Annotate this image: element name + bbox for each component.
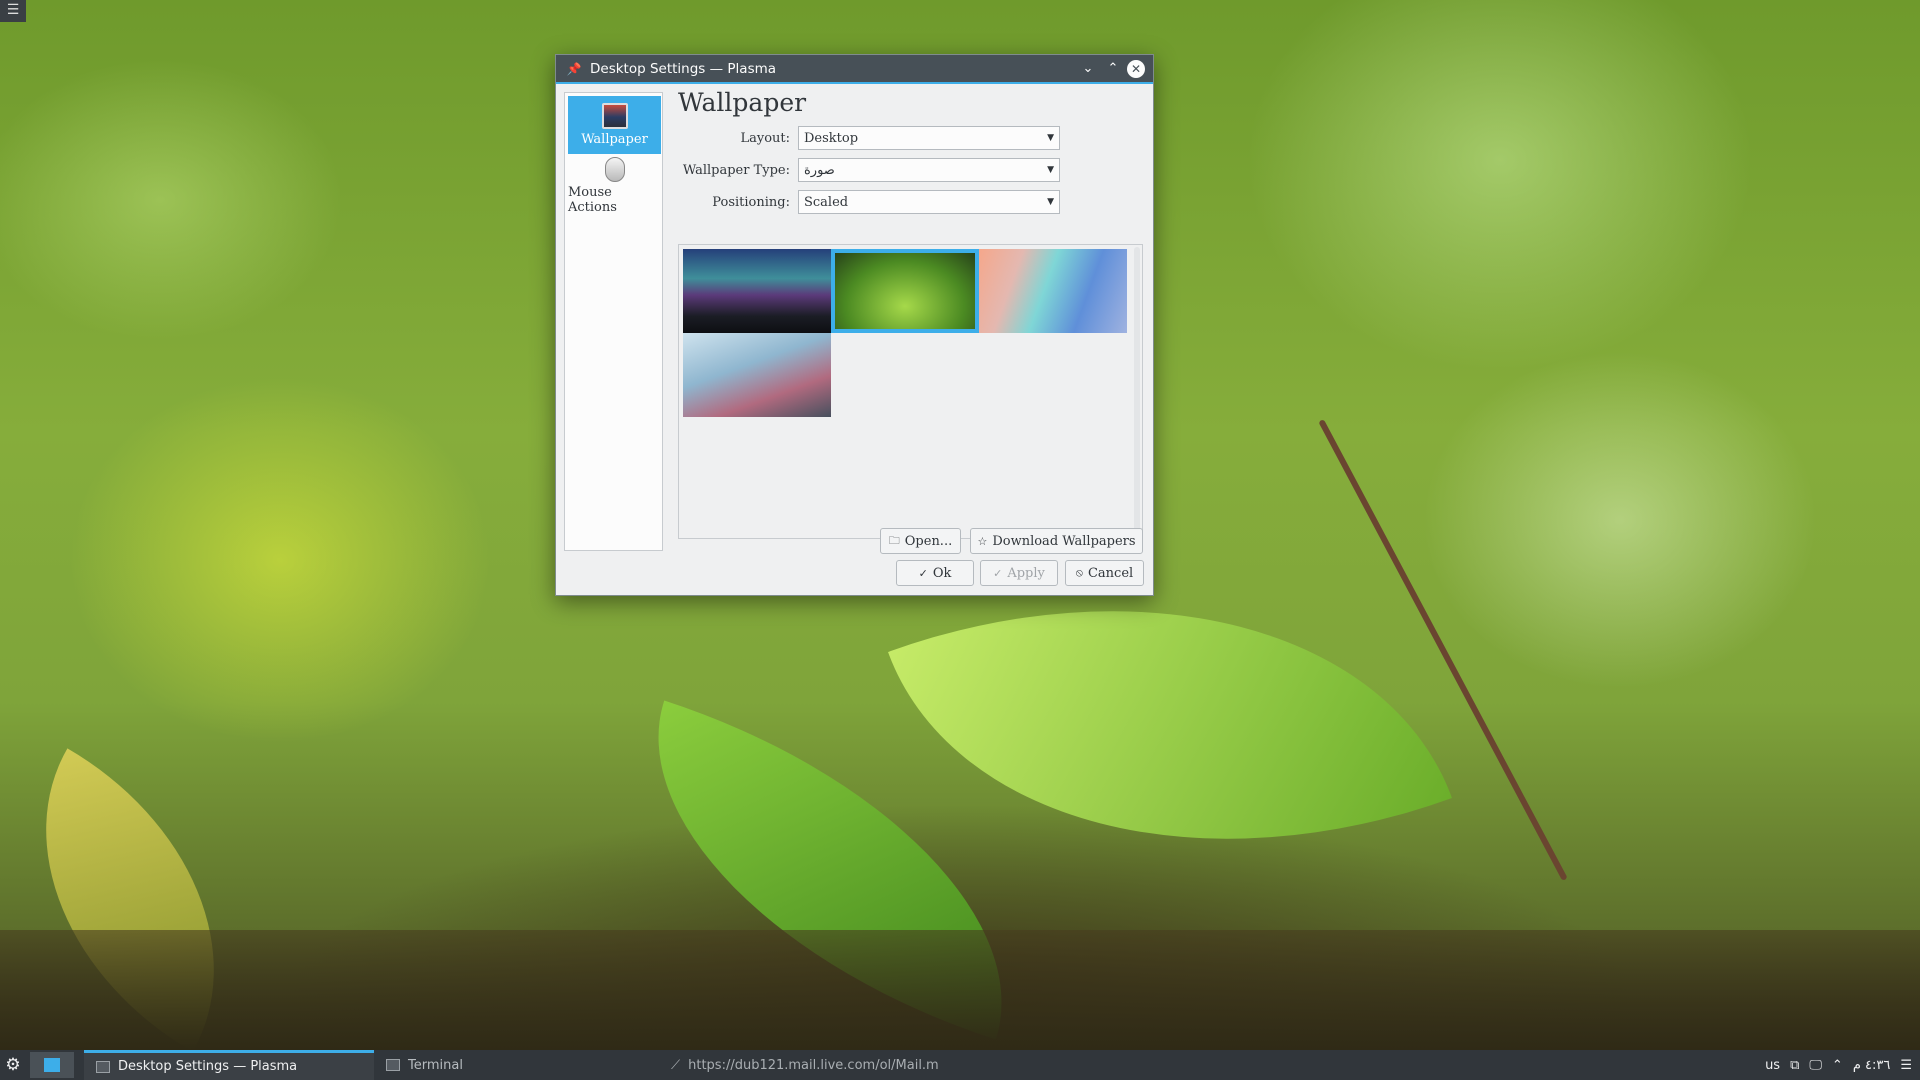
task-label: Desktop Settings — Plasma [118, 1059, 298, 1074]
checkmark-icon: ✓ [918, 566, 928, 580]
page-title: Wallpaper [678, 88, 807, 117]
apply-label: Apply [1007, 565, 1045, 581]
layout-label: Layout: [740, 130, 790, 146]
gallery-scrollbar[interactable] [1134, 247, 1140, 536]
monitor-icon [601, 103, 628, 129]
download-wallpapers-button[interactable]: ☆ Download Wallpapers [970, 528, 1143, 554]
positioning-label: Positioning: [712, 194, 790, 210]
wallpaper-type-value: صورة [804, 162, 835, 178]
kde-logo-icon: ⚙ [5, 1055, 21, 1075]
dropdown-arrow-icon: ▼ [1047, 197, 1054, 207]
panel-menu-icon[interactable]: ☰ [1900, 1058, 1912, 1073]
cancel-button[interactable]: ⦸ Cancel [1065, 560, 1144, 586]
chevron-up-icon: ⌃ [1107, 61, 1119, 76]
folder-icon: 🗀 [888, 533, 900, 547]
checkmark-icon: ✓ [993, 566, 1003, 580]
wallpaper-thumb-green-leaf[interactable] [831, 249, 979, 333]
task-desktop-settings[interactable]: Desktop Settings — Plasma [84, 1050, 374, 1080]
dropdown-arrow-icon: ▼ [1047, 165, 1054, 175]
layout-value: Desktop [804, 130, 859, 146]
cancel-label: Cancel [1087, 565, 1134, 581]
system-tray: us ⧉ 🖵 ⌃ ٤:٣٦ م ☰ [1765, 1050, 1920, 1080]
settings-sidebar: Wallpaper Mouse Actions [564, 92, 663, 551]
task-label: Terminal [408, 1057, 463, 1073]
task-browser[interactable]: ⟋ https://dub121.mail.live.com/ol/Mail.m [659, 1050, 959, 1080]
chevron-up-icon[interactable]: ⌃ [1832, 1058, 1843, 1073]
clock[interactable]: ٤:٣٦ م [1853, 1058, 1891, 1073]
application-launcher[interactable]: ⚙ [0, 1050, 26, 1080]
positioning-combo[interactable]: Scaled ▼ [798, 190, 1060, 214]
sidebar-item-wallpaper[interactable]: Wallpaper [568, 96, 661, 154]
open-button[interactable]: 🗀 Open... [880, 528, 961, 554]
pin-icon[interactable]: 📌 [564, 62, 584, 76]
wallpaper-gallery [678, 244, 1143, 539]
layout-row: Layout: Desktop ▼ [678, 122, 1148, 154]
sidebar-item-mouse-actions[interactable]: Mouse Actions [568, 157, 661, 215]
browser-icon: ⟋ [671, 1057, 681, 1073]
desktop-menu-button[interactable]: ☰ [0, 0, 26, 22]
minimize-button[interactable]: ⌄ [1077, 58, 1099, 80]
window-title: Desktop Settings — Plasma [590, 60, 777, 77]
wallpaper-thumb-colorful-polygons[interactable] [979, 249, 1127, 333]
sidebar-item-label: Wallpaper [581, 132, 648, 147]
chevron-down-icon: ⌄ [1082, 61, 1094, 76]
wallpaper-thumb-grass[interactable] [683, 333, 831, 417]
wallpaper-thumb-aurora[interactable] [683, 249, 831, 333]
wallpaper-type-combo[interactable]: صورة ▼ [798, 158, 1060, 182]
hamburger-icon: ☰ [6, 2, 20, 18]
close-icon: ✕ [1130, 61, 1142, 76]
wallpaper-type-row: Wallpaper Type: صورة ▼ [678, 154, 1148, 186]
window-titlebar[interactable]: 📌 Desktop Settings — Plasma ⌄ ⌃ ✕ [556, 55, 1153, 84]
cancel-icon: ⦸ [1075, 566, 1083, 579]
apply-button[interactable]: ✓ Apply [980, 560, 1058, 586]
keyboard-layout-indicator[interactable]: us [1765, 1058, 1780, 1073]
clipboard-icon[interactable]: ⧉ [1790, 1058, 1799, 1073]
wallpaper-type-label: Wallpaper Type: [682, 162, 790, 178]
close-button[interactable]: ✕ [1127, 59, 1145, 78]
wallpaper-ground [0, 930, 1920, 1050]
desktop-settings-window: 📌 Desktop Settings — Plasma ⌄ ⌃ ✕ Wallpa… [555, 54, 1154, 596]
task-label: https://dub121.mail.live.com/ol/Mail.m [688, 1057, 939, 1073]
positioning-value: Scaled [804, 194, 849, 210]
window-icon [96, 1060, 110, 1073]
ok-button[interactable]: ✓ Ok [896, 560, 974, 586]
terminal-icon [386, 1059, 400, 1071]
mouse-icon [604, 157, 625, 182]
network-icon[interactable]: 🖵 [1809, 1058, 1822, 1073]
download-wallpapers-label: Download Wallpapers [992, 533, 1136, 549]
dropdown-arrow-icon: ▼ [1047, 133, 1054, 143]
maximize-button[interactable]: ⌃ [1102, 58, 1124, 80]
open-button-label: Open... [904, 533, 953, 549]
settings-content: Wallpaper Layout: Desktop ▼ Wallpaper Ty… [678, 88, 1148, 539]
pager-desktop-1[interactable] [44, 1058, 60, 1072]
positioning-row: Positioning: Scaled ▼ [678, 186, 1148, 218]
layout-combo[interactable]: Desktop ▼ [798, 126, 1060, 150]
sidebar-item-label: Mouse Actions [568, 185, 617, 215]
ok-label: Ok [932, 565, 952, 581]
star-icon: ☆ [977, 534, 988, 548]
virtual-desktop-pager[interactable] [30, 1052, 74, 1078]
taskbar: ⚙ Desktop Settings — Plasma Terminal ⟋ h… [0, 1050, 1920, 1080]
task-terminal[interactable]: Terminal [374, 1050, 659, 1080]
